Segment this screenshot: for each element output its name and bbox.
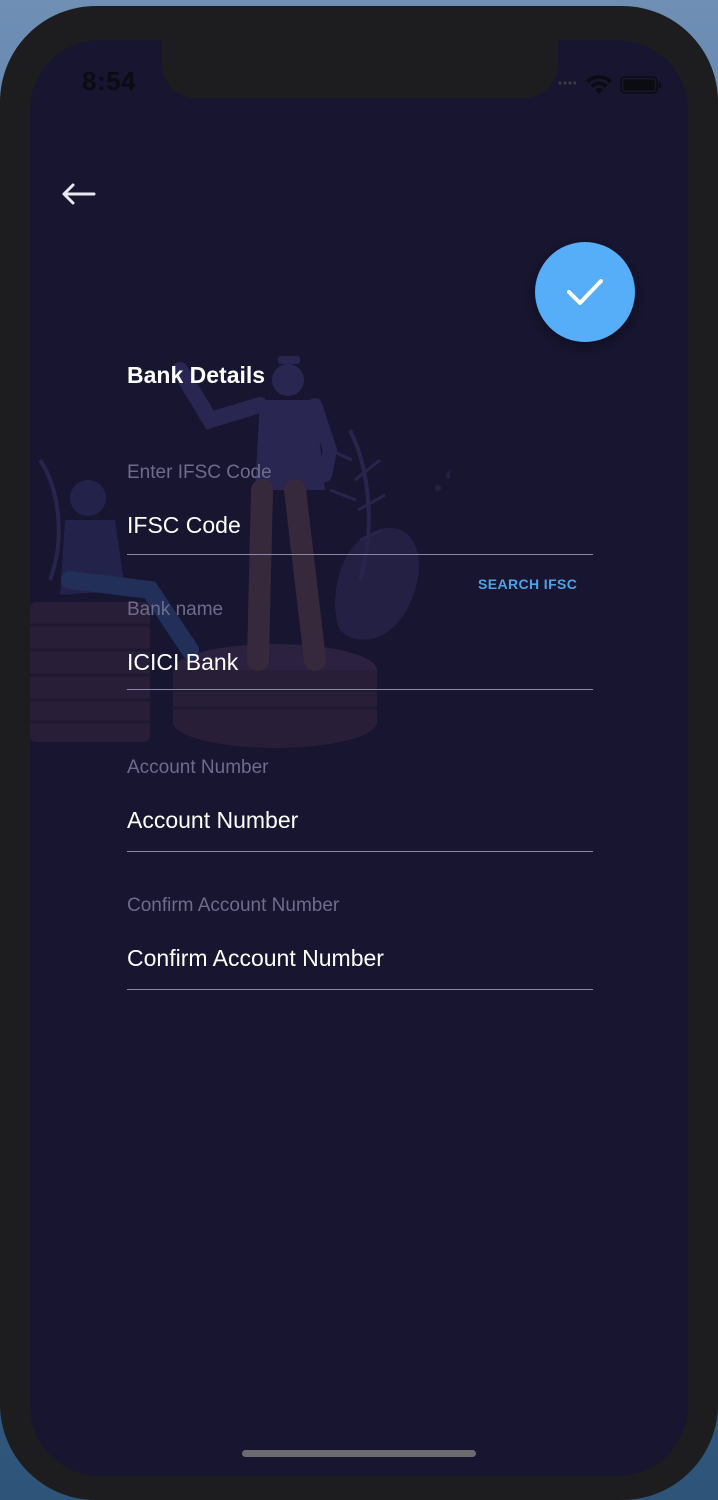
battery-icon xyxy=(620,76,661,94)
ifsc-input[interactable]: IFSC Code xyxy=(127,510,593,540)
page-title: Bank Details xyxy=(127,362,266,388)
account-number-field[interactable]: Account Number Account Number xyxy=(127,757,593,852)
account-number-underline xyxy=(127,851,593,852)
app-screen: 8:54 Bank Details Enter IFSC Code IFSC C… xyxy=(30,40,688,1476)
bank-name-underline xyxy=(127,689,593,690)
ifsc-field[interactable]: Enter IFSC Code IFSC Code xyxy=(127,462,593,555)
confirm-account-number-field[interactable]: Confirm Account Number Confirm Account N… xyxy=(127,895,593,990)
account-number-label: Account Number xyxy=(127,757,269,778)
bank-name-field[interactable]: Bank name ICICI Bank xyxy=(127,599,593,690)
cellular-signal-icon xyxy=(558,81,576,85)
notch xyxy=(162,40,558,98)
status-time: 8:54 xyxy=(82,66,137,96)
ifsc-underline xyxy=(127,554,593,555)
search-ifsc-button[interactable]: SEARCH IFSC xyxy=(478,576,577,592)
arrow-left-icon xyxy=(62,183,96,205)
home-indicator[interactable] xyxy=(242,1450,476,1457)
confirm-account-number-input[interactable]: Confirm Account Number xyxy=(127,943,593,973)
checkmark-icon xyxy=(567,279,603,305)
confirm-button[interactable] xyxy=(535,242,635,342)
confirm-account-number-label: Confirm Account Number xyxy=(127,895,340,916)
bank-name-label: Bank name xyxy=(127,599,224,620)
account-number-input[interactable]: Account Number xyxy=(127,805,593,835)
bank-name-input[interactable]: ICICI Bank xyxy=(127,647,593,677)
wifi-icon xyxy=(586,75,612,94)
back-button[interactable] xyxy=(56,172,100,216)
confirm-account-number-underline xyxy=(127,989,593,990)
phone-frame: 8:54 Bank Details Enter IFSC Code IFSC C… xyxy=(0,6,718,1500)
ifsc-label: Enter IFSC Code xyxy=(127,462,272,483)
